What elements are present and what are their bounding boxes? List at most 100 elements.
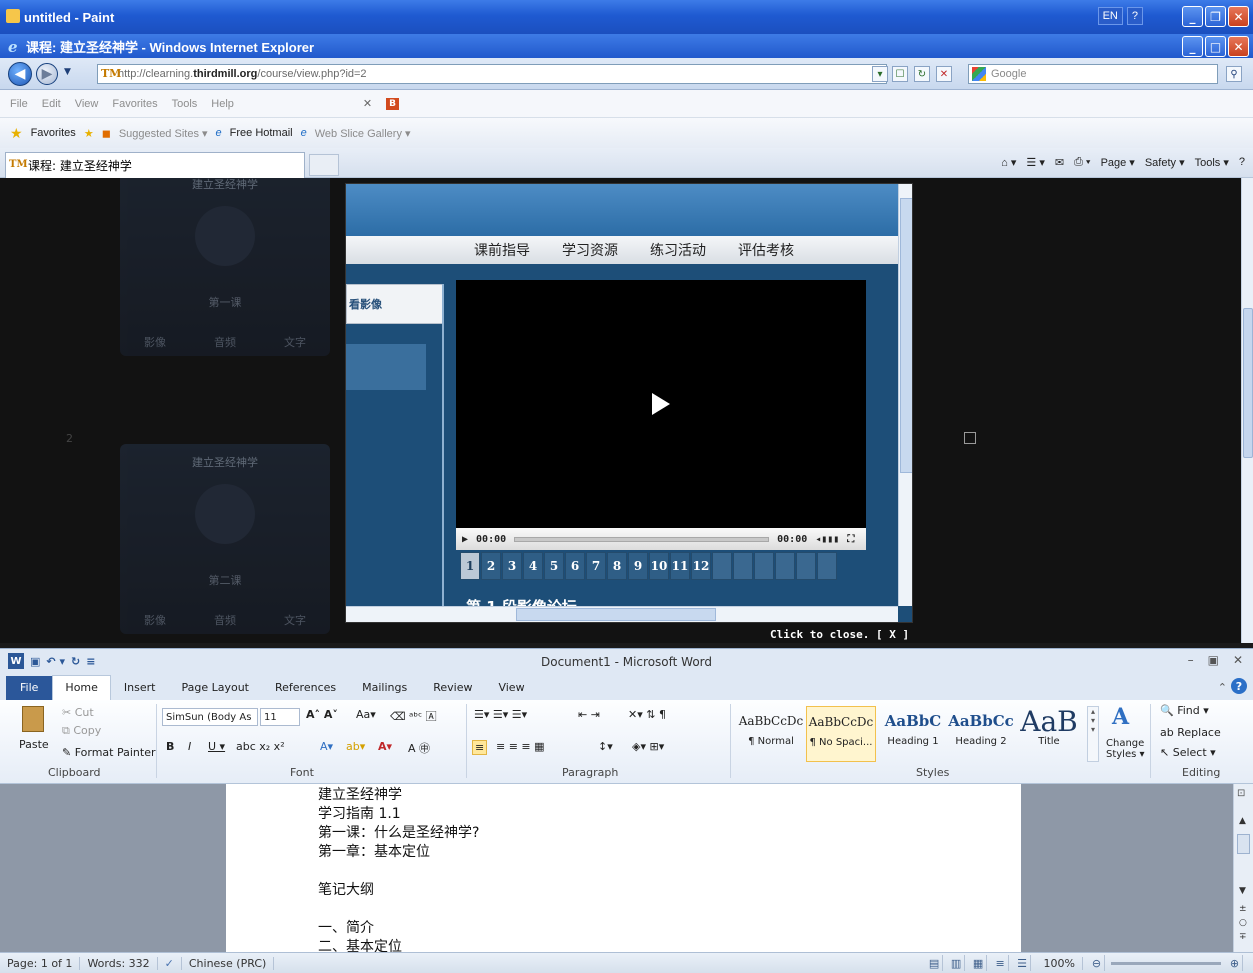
tab-page-layout[interactable]: Page Layout [168, 681, 262, 700]
tab-course[interactable]: TM 课程: 建立圣经神学 [5, 152, 305, 178]
scroll-thumb[interactable] [900, 198, 912, 473]
fav-suggested-sites[interactable]: Suggested Sites ▾ [119, 127, 208, 140]
watch-video-tab[interactable]: 看影像 [346, 284, 443, 324]
sort-icon[interactable]: ✕▾ ⇅ ¶ [628, 708, 666, 721]
search-icon[interactable]: ⚲ [1226, 66, 1242, 82]
address-dropdown-icon[interactable]: ▾ [872, 66, 888, 82]
document-vertical-scrollbar[interactable]: ⊡ ▲ ▼ ± ○ ∓ [1233, 784, 1253, 952]
nav-resources[interactable]: 学习资源 [562, 240, 618, 260]
paste-button[interactable]: Paste [19, 738, 49, 751]
tools-menu[interactable]: Tools ▾ [1195, 156, 1229, 169]
word-minimize-button[interactable]: – [1188, 653, 1194, 667]
word-restore-button[interactable]: ▣ [1208, 653, 1219, 667]
tab-insert[interactable]: Insert [111, 681, 169, 700]
status-page[interactable]: Page: 1 of 1 [0, 956, 81, 970]
text-effects-icon[interactable]: A▾ [320, 740, 333, 753]
zoom-slider[interactable] [1111, 961, 1221, 965]
cut-button[interactable]: ✂ Cut [62, 706, 94, 719]
scroll-thumb[interactable] [516, 608, 716, 621]
lesson-audio-link[interactable]: 音频 [214, 612, 236, 628]
menu-edit[interactable]: Edit [42, 98, 61, 110]
document-page[interactable]: 建立圣经神学 学习指南 1.1 第一课：什么是圣经神学? 第一章：基本定位 笔记… [226, 784, 1021, 955]
style-normal[interactable]: AaBbCcDc ¶ Normal [736, 706, 806, 762]
page-menu[interactable]: Page ▾ [1101, 156, 1135, 169]
search-input[interactable]: Google [968, 64, 1218, 84]
menu-favorites[interactable]: Favorites [112, 98, 157, 110]
fav-web-slice-gallery[interactable]: Web Slice Gallery ▾ [315, 127, 411, 140]
segment-button[interactable]: 11 [670, 552, 690, 580]
ie-minimize-button[interactable]: _ [1182, 36, 1203, 57]
segment-button[interactable]: 2 [481, 552, 501, 580]
bullets-icon[interactable]: ☰▾ ☰▾ ☰▾ [474, 708, 527, 721]
ie-close-button[interactable]: ✕ [1228, 36, 1249, 57]
video-player[interactable] [456, 280, 866, 528]
style-heading-1[interactable]: AaBbC Heading 1 [878, 706, 948, 762]
style-title[interactable]: AaB Title [1014, 706, 1084, 762]
help-icon[interactable]: ? [1231, 678, 1247, 694]
paste-icon[interactable] [22, 706, 44, 732]
stop-icon[interactable]: ✕ [936, 66, 952, 82]
nav-pre-course[interactable]: 课前指导 [474, 240, 530, 260]
refresh-icon[interactable]: ↻ [914, 66, 930, 82]
history-dropdown-icon[interactable]: ▼ [64, 67, 71, 77]
document-text[interactable]: 建立圣经神学 学习指南 1.1 第一课：什么是圣经神学? 第一章：基本定位 笔记… [318, 786, 479, 957]
zoom-in-icon[interactable]: ⊕ [1227, 955, 1243, 971]
segment-button[interactable]: 4 [523, 552, 543, 580]
lesson-video-link[interactable]: 影像 [144, 334, 166, 350]
ruler-toggle-icon[interactable]: ⊡ [1237, 788, 1245, 799]
bold-icon[interactable]: B [166, 740, 174, 753]
mail-icon[interactable]: ✉ [1055, 156, 1064, 169]
play-button-icon[interactable]: ▶ [462, 534, 468, 545]
menu-file[interactable]: File [10, 98, 28, 110]
browse-object-icon[interactable]: ± ○ ∓ [1239, 902, 1247, 944]
page-vertical-scrollbar[interactable] [1241, 178, 1253, 643]
home-icon[interactable]: ⌂ ▾ [1001, 156, 1016, 169]
align-center-icon[interactable]: ≡ ≡ ≡ ▦ [496, 740, 545, 753]
toolbar-close-icon[interactable]: ✕ [363, 97, 372, 110]
address-input[interactable]: TM http://clearning. thirdmill.org/course… [97, 64, 887, 84]
new-tab-button[interactable] [309, 154, 339, 176]
font-size-combo[interactable]: 11 [260, 708, 300, 726]
zoom-level[interactable]: 100% [1037, 956, 1083, 970]
lesson-text-link[interactable]: 文字 [284, 612, 306, 628]
segment-button[interactable]: 1 [460, 552, 480, 580]
favorites-button[interactable]: Favorites [31, 127, 76, 139]
forward-button[interactable]: ▶ [36, 63, 58, 85]
popup-vertical-scrollbar[interactable] [898, 184, 912, 606]
scroll-up-icon[interactable]: ▲ [1239, 816, 1246, 826]
fullscreen-icon[interactable]: ⛶ [847, 534, 854, 545]
font-color-icon[interactable]: A▾ [378, 740, 392, 753]
tab-view[interactable]: View [485, 681, 537, 700]
ie-maximize-button[interactable]: □ [1205, 36, 1226, 57]
align-left-icon[interactable]: ≡ [472, 740, 488, 755]
help-icon[interactable]: ? [1126, 7, 1143, 25]
segment-button[interactable]: 6 [565, 552, 585, 580]
fav-free-hotmail[interactable]: Free Hotmail [230, 127, 293, 139]
find-button[interactable]: 🔍 Find ▾ [1160, 704, 1209, 717]
tab-home[interactable]: Home [52, 675, 111, 700]
scroll-thumb[interactable] [1237, 834, 1250, 854]
help-icon[interactable]: ? [1239, 156, 1245, 169]
word-app-icon[interactable]: W [8, 653, 24, 669]
segment-button[interactable]: 7 [586, 552, 606, 580]
lesson-text-link[interactable]: 文字 [284, 334, 306, 350]
segment-button[interactable]: 5 [544, 552, 564, 580]
safety-menu[interactable]: Safety ▾ [1145, 156, 1185, 169]
minimize-ribbon-icon[interactable]: ⌃ [1218, 681, 1227, 700]
status-words[interactable]: Words: 332 [80, 956, 158, 970]
volume-icon[interactable]: ◂▮▮▮ [815, 534, 839, 545]
underline-icon[interactable]: U ▾ [208, 740, 225, 753]
menu-help[interactable]: Help [211, 98, 234, 110]
change-case-icon[interactable]: Aa▾ [356, 708, 376, 721]
language-indicator[interactable]: EN [1097, 7, 1123, 25]
undo-icon[interactable]: ↶ ▾ [46, 655, 65, 668]
style-no-spacing[interactable]: AaBbCcDc ¶ No Spaci... [806, 706, 876, 762]
segment-button[interactable]: 10 [649, 552, 669, 580]
replace-button[interactable]: ab Replace [1160, 726, 1221, 739]
nav-activities[interactable]: 练习活动 [650, 240, 706, 260]
outline-icon[interactable]: ≡ [993, 955, 1009, 971]
character-shading-icon[interactable]: A ㊥ [408, 740, 430, 756]
bing-toolbar-icon[interactable]: B [386, 97, 400, 110]
format-painter-button[interactable]: ✎ Format Painter [62, 746, 156, 759]
italic-icon[interactable]: I [188, 740, 191, 753]
